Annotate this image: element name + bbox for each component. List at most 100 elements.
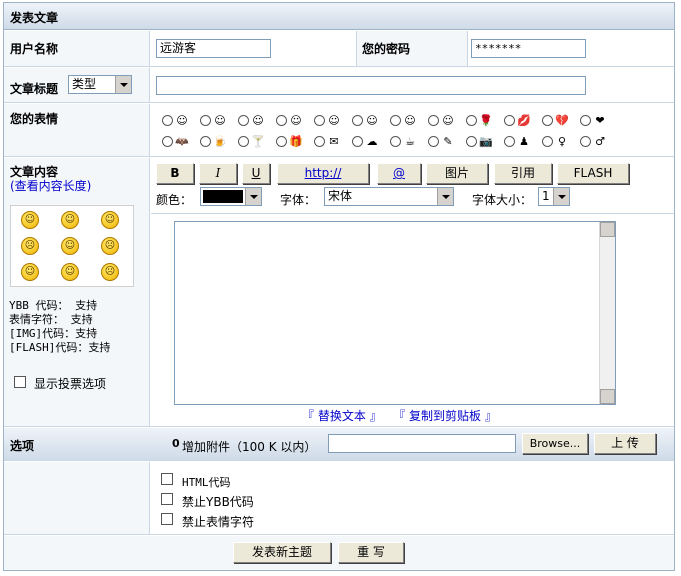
smiley-face-icon[interactable]: ☹ xyxy=(21,237,39,255)
smiley-face-icon[interactable]: ☹ xyxy=(101,237,119,255)
options-row: 选项 0 增加附件（100 K 以内） Browse... 上 传 xyxy=(4,428,674,461)
emotion-radio[interactable] xyxy=(352,136,363,147)
content-row: 文章内容 (查看内容长度) ☺ ☺ ☺ ☹ ☺ ☹ ☺ ☺ ☹ YBB 代码： 支持 表情字符： … xyxy=(4,158,674,427)
emotion-radio[interactable] xyxy=(276,115,287,126)
textarea-scrollbar[interactable] xyxy=(599,222,615,404)
face-panel: ☺ ☺ ☺ ☹ ☺ ☹ ☺ ☺ ☹ xyxy=(10,205,134,287)
emotion-radio[interactable] xyxy=(238,136,249,147)
form-title: 发表文章 xyxy=(10,11,59,25)
emotion-radio[interactable] xyxy=(390,136,401,147)
emotion-icon: ✉ xyxy=(329,135,339,148)
emotion-icon: 💔 xyxy=(555,114,569,127)
emotion-radio[interactable] xyxy=(162,115,173,126)
smiley-face-icon[interactable]: ☺ xyxy=(21,211,39,229)
vote-checkbox[interactable] xyxy=(14,376,26,388)
url-button[interactable]: http:// xyxy=(277,163,369,184)
emotion-icon: 🎁 xyxy=(289,135,303,148)
flash-button[interactable]: FLASH xyxy=(557,163,629,184)
emotion-radio[interactable] xyxy=(428,136,439,147)
emotion-radio[interactable] xyxy=(238,115,249,126)
emotion-row: 您的表情 ☺ ☺ ☺ ☺ ☺ ☺ ☺ ☺ 🌹 💋 💔 ❤ 🦇 🍺 🍸 🎁 ✉ ☁ ☕ ✎ 📷 ♟ ♀ ♂ xyxy=(4,104,674,157)
replace-text-link[interactable]: 替换文本 xyxy=(318,409,366,423)
emotion-radio[interactable] xyxy=(466,115,477,126)
emotion-icon: ♟ xyxy=(519,135,529,148)
no-emoticon-label: 禁止表情字符 xyxy=(182,515,255,529)
form-header: 发表文章 xyxy=(4,3,674,30)
emotion-radio[interactable] xyxy=(276,136,287,147)
emotion-radio[interactable] xyxy=(466,136,477,147)
underline-button[interactable]: U xyxy=(242,163,270,184)
no-emoticon-checkbox[interactable] xyxy=(161,513,173,525)
attach-label: 增加附件（100 K 以内） xyxy=(182,440,317,454)
emotion-radio[interactable] xyxy=(200,115,211,126)
emotion-radio[interactable] xyxy=(542,136,553,147)
copy-clipboard-link[interactable]: 复制到剪贴板 xyxy=(409,409,481,423)
username-input[interactable]: 远游客 xyxy=(156,39,271,58)
scroll-up-icon[interactable] xyxy=(600,222,615,237)
chevron-down-icon xyxy=(245,188,261,205)
email-button[interactable]: @ xyxy=(377,163,421,184)
text-links: 『 替换文本 』 『 复制到剪贴板 』 xyxy=(302,409,497,423)
font-size-select[interactable]: 1 xyxy=(538,187,570,206)
subject-input[interactable] xyxy=(156,76,586,95)
emotion-icon: 🍺 xyxy=(213,135,227,148)
smiley-face-icon[interactable]: ☺ xyxy=(21,263,39,281)
smiley-face-icon[interactable]: ☺ xyxy=(61,211,79,229)
scroll-down-icon[interactable] xyxy=(600,389,615,404)
image-button[interactable]: 图片 xyxy=(426,163,488,184)
font-select[interactable]: 宋体 xyxy=(324,187,454,206)
username-label: 用户名称 xyxy=(10,42,59,56)
upload-button[interactable]: 上 传 xyxy=(594,433,656,454)
emotion-radio[interactable] xyxy=(580,115,591,126)
form-footer: 发表新主题 重 写 xyxy=(4,536,674,570)
font-label: 字体： xyxy=(280,193,317,207)
emotion-radio[interactable] xyxy=(504,136,515,147)
no-ybb-label: 禁止YBB代码 xyxy=(182,495,254,509)
emotion-icon: ☺ xyxy=(404,114,416,127)
checkbox-row: HTML代码 禁止YBB代码 禁止表情字符 xyxy=(4,462,674,535)
smiley-face-icon[interactable]: ☹ xyxy=(101,263,119,281)
subject-row: 文章标题 类型 xyxy=(4,68,674,103)
quote-button[interactable]: 引用 xyxy=(494,163,552,184)
html-code-label: HTML代码 xyxy=(182,476,231,489)
emotion-radio[interactable] xyxy=(580,136,591,147)
emotion-icon: ❤ xyxy=(595,114,605,127)
html-code-checkbox[interactable] xyxy=(161,473,173,485)
content-length-link[interactable]: (查看内容长度) xyxy=(10,177,91,194)
italic-button[interactable]: I xyxy=(199,163,237,184)
emotion-icon: 🦇 xyxy=(175,135,189,148)
attach-file-input[interactable] xyxy=(328,434,516,453)
password-label: 您的密码 xyxy=(362,42,411,56)
emotion-radio[interactable] xyxy=(314,115,325,126)
vote-label: 显示投票选项 xyxy=(34,377,107,391)
browse-button[interactable]: Browse... xyxy=(522,433,588,454)
emotion-radio[interactable] xyxy=(162,136,173,147)
password-input[interactable]: ******* xyxy=(471,39,586,58)
emotion-radio[interactable] xyxy=(542,115,553,126)
color-select[interactable] xyxy=(200,187,262,206)
emotion-icon: ☺ xyxy=(214,114,226,127)
emotion-radio[interactable] xyxy=(200,136,211,147)
emotion-icon: 🍸 xyxy=(251,135,265,148)
post-form: 发表文章 用户名称 远游客 您的密码 ******* 文章标题 类型 您的表情 … xyxy=(3,2,675,571)
emotion-icon: ♂ xyxy=(595,135,605,148)
type-select[interactable]: 类型 xyxy=(68,75,132,94)
emotion-radio[interactable] xyxy=(352,115,363,126)
smiley-face-icon[interactable]: ☺ xyxy=(101,211,119,229)
smiley-face-icon[interactable]: ☺ xyxy=(61,263,79,281)
smiley-face-icon[interactable]: ☺ xyxy=(61,237,79,255)
emotion-radio[interactable] xyxy=(428,115,439,126)
emotion-label: 您的表情 xyxy=(10,112,59,126)
submit-button[interactable]: 发表新主题 xyxy=(233,542,331,563)
color-label: 颜色： xyxy=(156,193,193,207)
code-support-item: YBB 代码： 支持 xyxy=(9,299,98,312)
user-row: 用户名称 远游客 您的密码 ******* xyxy=(4,31,674,67)
no-ybb-checkbox[interactable] xyxy=(161,493,173,505)
emotion-radio[interactable] xyxy=(390,115,401,126)
bold-button[interactable]: B xyxy=(156,163,194,184)
reset-button[interactable]: 重 写 xyxy=(338,542,404,563)
content-textarea[interactable] xyxy=(174,221,616,405)
emotion-radio[interactable] xyxy=(314,136,325,147)
code-support-item: 表情字符： 支持 xyxy=(9,313,93,326)
emotion-radio[interactable] xyxy=(504,115,515,126)
